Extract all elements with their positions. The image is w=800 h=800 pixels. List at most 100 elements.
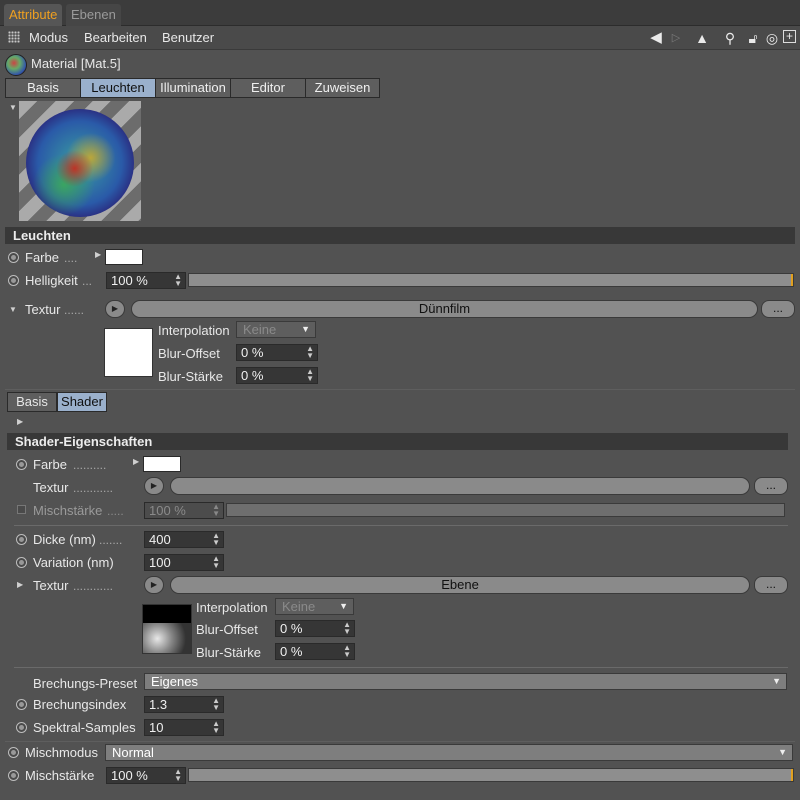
shader-farbe-dots: .......... (73, 458, 107, 472)
farbe-animate-radio[interactable] (8, 252, 19, 263)
farbe-label: Farbe (25, 250, 59, 265)
spektral-samples-animate-radio[interactable] (16, 722, 27, 733)
tab-illumination[interactable]: Illumination (155, 78, 231, 98)
blur-offset-spinner-icon[interactable]: ▲ ▼ (306, 345, 314, 360)
shader-farbe-color-swatch[interactable] (143, 456, 181, 472)
textur2-blur-offset-spinner-icon[interactable]: ▲ ▼ (343, 621, 351, 636)
spektral-samples-input[interactable]: 10 ▲ ▼ (144, 719, 224, 736)
shader-textur-shader-button[interactable] (170, 477, 750, 495)
helligkeit-label: Helligkeit (25, 273, 78, 288)
target-icon[interactable]: ◎ (764, 30, 780, 46)
brechungsindex-spinner-icon[interactable]: ▲ ▼ (212, 697, 220, 712)
brechungs-preset-caret-icon: ▼ (772, 676, 781, 686)
shader-mischstaerke-slider[interactable] (226, 503, 785, 517)
variation-spinner-icon[interactable]: ▲ ▼ (212, 555, 220, 570)
textur2-more-button[interactable]: ... (754, 576, 788, 594)
variation-input[interactable]: 100 ▲ ▼ (144, 554, 224, 571)
textur2-blur-offset-label: Blur-Offset (196, 622, 258, 637)
shader-mischstaerke-label: Mischstärke (33, 503, 103, 518)
shader-mischstaerke-checkbox[interactable] (17, 505, 26, 514)
search-icon[interactable]: ⚲ (722, 30, 738, 46)
mischstaerke-value: 100 % (111, 768, 148, 783)
blur-staerke-label: Blur-Stärke (158, 369, 224, 384)
tab-editor[interactable]: Editor (230, 78, 306, 98)
shader-mischstaerke-input[interactable]: 100 % ▲ ▼ (144, 502, 224, 519)
brechungs-preset-dropdown[interactable]: Eigenes ▼ (144, 673, 787, 690)
blur-offset-input[interactable]: 0 % ▲ ▼ (236, 344, 318, 361)
tab-zuweisen[interactable]: Zuweisen (305, 78, 380, 98)
tab-basis[interactable]: Basis (5, 78, 81, 98)
shader-mischstaerke-spinner-icon[interactable]: ▲ ▼ (212, 503, 220, 518)
variation-animate-radio[interactable] (16, 557, 27, 568)
helligkeit-spinner-icon[interactable]: ▲ ▼ (174, 273, 182, 288)
mischstaerke-slider[interactable] (188, 768, 794, 782)
panel-grip-icon[interactable] (8, 31, 20, 43)
shader-expand-icon[interactable]: ▶ (17, 417, 23, 426)
mischstaerke-input[interactable]: 100 % ▲ ▼ (106, 767, 186, 784)
helligkeit-value: 100 % (111, 273, 148, 288)
back-arrow-icon[interactable]: ◀ (648, 30, 664, 46)
interpolation-label: Interpolation (158, 323, 230, 338)
mischmodus-value: Normal (112, 745, 154, 760)
textur2-menu-button[interactable]: ▶ (144, 576, 164, 594)
dicke-input[interactable]: 400 ▲ ▼ (144, 531, 224, 548)
divider (5, 741, 795, 742)
spektral-samples-spinner-icon[interactable]: ▲ ▼ (212, 720, 220, 735)
textur-menu-button[interactable]: ▶ (105, 300, 125, 318)
farbe-color-swatch[interactable] (105, 249, 143, 265)
interpolation-dropdown[interactable]: Keine ▼ (236, 321, 316, 338)
blur-offset-label: Blur-Offset (158, 346, 220, 361)
spektral-samples-label: Spektral-Samples (33, 720, 136, 735)
menu-bearbeiten[interactable]: Bearbeiten (84, 30, 147, 45)
textur2-blur-staerke-spinner-icon[interactable]: ▲ ▼ (343, 644, 351, 659)
textur2-shader-button[interactable]: Ebene (170, 576, 750, 594)
brechungsindex-animate-radio[interactable] (16, 699, 27, 710)
helligkeit-dots: ... (82, 274, 93, 288)
new-panel-icon[interactable]: + (783, 30, 796, 43)
cursor-arrow-icon[interactable]: ▲ (694, 30, 710, 46)
mischstaerke-animate-radio[interactable] (8, 770, 19, 781)
textur-collapse-icon[interactable]: ▼ (9, 305, 17, 314)
divider (5, 389, 795, 390)
blur-staerke-input[interactable]: 0 % ▲ ▼ (236, 367, 318, 384)
textur2-expand-icon[interactable]: ▶ (17, 580, 23, 589)
brechungsindex-label: Brechungsindex (33, 697, 127, 712)
mischmodus-dropdown[interactable]: Normal ▼ (105, 744, 793, 761)
shader-textur-menu-button[interactable]: ▶ (144, 477, 164, 495)
textur2-blur-staerke-value: 0 % (280, 644, 303, 659)
menu-modus[interactable]: Modus (29, 30, 68, 45)
mischstaerke-spinner-icon[interactable]: ▲ ▼ (174, 768, 182, 783)
subtab-shader[interactable]: Shader (57, 392, 107, 412)
shader-textur-more-button[interactable]: ... (754, 477, 788, 495)
dicke-animate-radio[interactable] (16, 534, 27, 545)
farbe-expand-icon[interactable]: ▶ (95, 250, 101, 259)
tab-attribute[interactable]: Attribute (4, 4, 63, 26)
tab-leuchten[interactable]: Leuchten (80, 78, 156, 98)
textur2-interpolation-value: Keine (282, 599, 316, 614)
brechungsindex-input[interactable]: 1.3 ▲ ▼ (144, 696, 224, 713)
helligkeit-animate-radio[interactable] (8, 275, 19, 286)
shader-farbe-expand-icon[interactable]: ▶ (133, 457, 139, 466)
mischstaerke-label: Mischstärke (25, 768, 95, 783)
tab-ebenen[interactable]: Ebenen (66, 4, 121, 26)
textur-shader-button[interactable]: Dünnfilm (131, 300, 758, 318)
textur2-interpolation-dropdown[interactable]: Keine ▼ (275, 598, 354, 615)
subtab-basis[interactable]: Basis (7, 392, 57, 412)
blur-staerke-spinner-icon[interactable]: ▲ ▼ (306, 368, 314, 383)
dicke-spinner-icon[interactable]: ▲ ▼ (212, 532, 220, 547)
menu-benutzer[interactable]: Benutzer (162, 30, 214, 45)
textur-more-button[interactable]: ... (761, 300, 795, 318)
helligkeit-slider[interactable] (188, 273, 794, 287)
shader-farbe-animate-radio[interactable] (16, 459, 27, 470)
helligkeit-input[interactable]: 100 % ▲ ▼ (106, 272, 186, 289)
textur2-label: Textur (33, 578, 69, 593)
preview-collapse-icon[interactable]: ▼ (9, 103, 17, 112)
textur2-blur-offset-input[interactable]: 0 % ▲ ▼ (275, 620, 355, 637)
mischmodus-animate-radio[interactable] (8, 747, 19, 758)
textur2-blur-staerke-input[interactable]: 0 % ▲ ▼ (275, 643, 355, 660)
forward-arrow-icon[interactable]: ▷ (668, 30, 684, 46)
interpolation-caret-icon: ▼ (301, 324, 310, 334)
brechungs-preset-label: Brechungs-Preset (33, 676, 138, 691)
lock-icon[interactable]: 🔓︎ (745, 30, 761, 46)
section-header-leuchten: Leuchten (5, 227, 795, 244)
